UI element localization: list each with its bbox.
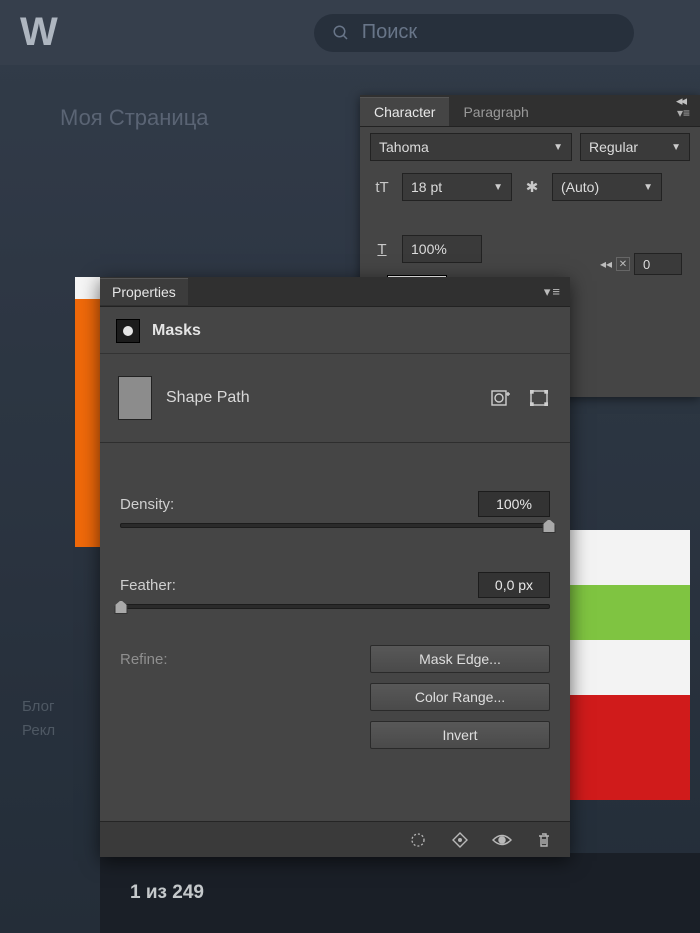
- vk-sidebar-links: Блог Рекл: [22, 695, 55, 743]
- mask-mode-icon[interactable]: [116, 319, 140, 343]
- vk-photo-viewer-bar: 1 из 249: [100, 853, 700, 933]
- slider-knob[interactable]: [543, 519, 556, 533]
- font-size-dropdown[interactable]: 18 pt ▼: [402, 173, 512, 201]
- refine-section: Refine: Mask Edge... Color Range... Inve…: [120, 645, 550, 749]
- feather-value-input[interactable]: 0,0 px: [478, 572, 550, 598]
- slider-knob[interactable]: [115, 600, 128, 614]
- shape-path-label: Shape Path: [166, 389, 250, 407]
- underline-icon: T: [370, 241, 394, 258]
- mask-edge-button[interactable]: Mask Edge...: [370, 645, 550, 673]
- density-field: Density: 100%: [120, 491, 550, 517]
- tab-paragraph[interactable]: Paragraph: [449, 98, 542, 126]
- chevron-down-icon: ▼: [553, 142, 563, 153]
- font-style-value: Regular: [589, 139, 638, 155]
- feather-field: Feather: 0,0 px: [120, 572, 550, 598]
- panel-close-icon[interactable]: ✕: [616, 257, 630, 271]
- add-pixel-mask-icon[interactable]: [488, 387, 514, 409]
- vk-link-blog[interactable]: Блог: [22, 695, 55, 719]
- tab-character[interactable]: Character: [360, 97, 449, 126]
- chevron-down-icon: ▼: [643, 182, 653, 193]
- scale-input[interactable]: 100%: [402, 235, 482, 263]
- font-style-dropdown[interactable]: Regular ▼: [580, 133, 690, 161]
- shape-path-row: Shape Path: [100, 354, 570, 443]
- font-family-dropdown[interactable]: Tahoma ▼: [370, 133, 572, 161]
- mask-thumbnail[interactable]: [118, 376, 152, 420]
- properties-tab[interactable]: Properties: [100, 278, 188, 305]
- density-slider[interactable]: [120, 523, 550, 528]
- load-selection-icon[interactable]: [408, 831, 428, 849]
- tracking-dropdown[interactable]: 0: [634, 253, 682, 275]
- vk-header: W Поиск: [0, 0, 700, 65]
- chevron-down-icon: ▼: [493, 182, 503, 193]
- tracking-value: 0: [643, 257, 650, 272]
- search-placeholder: Поиск: [362, 21, 417, 44]
- properties-panel-header: Properties ▾≡: [100, 277, 570, 307]
- panel-collapse-icon[interactable]: ◂◂: [676, 93, 685, 109]
- leading-icon: ✱: [520, 178, 544, 196]
- density-label: Density:: [120, 496, 174, 513]
- panel-menu-icon[interactable]: ▾≡: [534, 284, 570, 300]
- font-family-value: Tahoma: [379, 139, 429, 155]
- photo-counter: 1 из 249: [130, 882, 204, 904]
- invert-button[interactable]: Invert: [370, 721, 550, 749]
- panel-collapse-mini-icon[interactable]: ◂◂: [600, 257, 612, 271]
- masks-label: Masks: [152, 322, 201, 340]
- properties-panel: Properties ▾≡ Masks Shape Path Density: …: [100, 277, 570, 857]
- feather-label: Feather:: [120, 577, 176, 594]
- delete-mask-icon[interactable]: [534, 831, 554, 849]
- scale-value: 100%: [411, 241, 447, 257]
- search-icon: [332, 24, 350, 42]
- color-range-button[interactable]: Color Range...: [370, 683, 550, 711]
- character-panel-tabs: Character Paragraph ▾≡: [360, 95, 700, 127]
- canvas-edge-right: [570, 530, 690, 800]
- density-value-input[interactable]: 100%: [478, 491, 550, 517]
- leading-value: (Auto): [561, 179, 599, 195]
- chevron-down-icon: ▼: [671, 142, 681, 153]
- add-vector-mask-icon[interactable]: [526, 387, 552, 409]
- vk-link-ads[interactable]: Рекл: [22, 719, 55, 743]
- leading-dropdown[interactable]: (Auto) ▼: [552, 173, 662, 201]
- font-size-value: 18 pt: [411, 179, 442, 195]
- properties-panel-footer: [100, 821, 570, 857]
- canvas-edge-left: [75, 277, 100, 837]
- font-size-icon: tT: [370, 179, 394, 196]
- vk-search-input[interactable]: Поиск: [314, 14, 634, 52]
- feather-slider[interactable]: [120, 604, 550, 609]
- apply-mask-icon[interactable]: [450, 831, 470, 849]
- vk-logo-icon: W: [20, 10, 54, 55]
- masks-section-header: Masks: [100, 307, 570, 354]
- toggle-visibility-icon[interactable]: [492, 831, 512, 849]
- refine-label: Refine:: [120, 645, 168, 749]
